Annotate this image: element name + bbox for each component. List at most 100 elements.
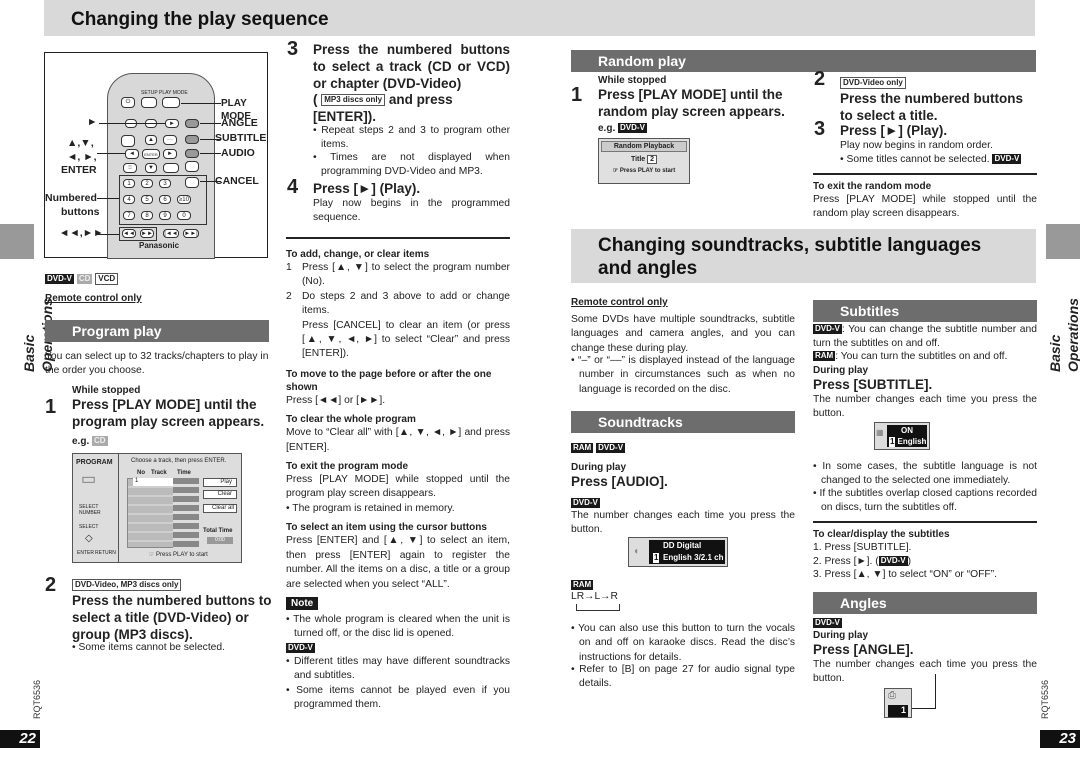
random-exit-heading: To exit the random mode (813, 181, 932, 192)
skip-forward-button: ►►| (183, 229, 199, 238)
subtitles-divider (813, 521, 1037, 523)
num-1: 1 (123, 179, 135, 188)
top-menu-button (121, 135, 135, 147)
random-step1-number: 1 (571, 84, 583, 106)
enter-button: ENTER (142, 149, 160, 159)
random-step3-bullet: • Some titles cannot be selected. DVD-V (840, 154, 1022, 165)
step3-number: 3 (287, 38, 299, 60)
random-screen: Random Playback Title 2 ☞ Press PLAY to … (598, 138, 690, 184)
audio-osd-num: 1 (653, 553, 660, 564)
subtitles-body: The number changes each time you press t… (813, 394, 1037, 420)
note-cursor-body: Press [ENTER] and [▲, ▼] to select an it… (286, 535, 510, 590)
step2-text: Press the numbered buttons to select a t… (72, 593, 272, 642)
time-column (173, 478, 199, 548)
program-instruction: Choose a track, then press ENTER. (131, 458, 227, 464)
program-play-heading: Program play (45, 320, 269, 343)
random-play-heading: Random play (571, 50, 1036, 73)
angles-body: The number changes each time you press t… (813, 659, 1037, 685)
program-clear-all-btn: Clear all (203, 504, 237, 513)
subtitles-ram-line: RAM: You can turn the subtitles on and o… (813, 351, 1008, 362)
left-side-tab (0, 224, 34, 259)
step3-tag: MP3 discs only (321, 94, 386, 107)
note-cursor-heading: To select an item using the cursor butto… (286, 522, 487, 534)
subtitles-bullet-1: • In some cases, the subtitle language i… (813, 461, 1038, 487)
subtitle-osd-line1: ON (901, 426, 913, 435)
display-button: ··· (163, 135, 177, 145)
random-step1-pre: While stopped (598, 75, 667, 86)
program-screen-title: PROGRAM (76, 459, 113, 466)
angles-action: Press [ANGLE]. (813, 642, 914, 657)
random-step2-text: Press the numbered buttons to select a t… (840, 91, 1024, 123)
soundtracks-ram-tag: RAM (571, 580, 594, 591)
label-numbered-1: Numbered (45, 192, 97, 204)
clear-display-item2-tag: DVD-V (878, 556, 908, 567)
soundtracks-bullet-1: • You can also use this button to turn t… (571, 623, 796, 663)
playmode-label-small: PLAY MODE (159, 90, 188, 96)
left-page-number: 22 (0, 730, 40, 748)
col-time: Time (177, 470, 191, 476)
step1-pre: While stopped (72, 385, 141, 396)
note-exit-bullet: • The program is retained in memory. (286, 502, 455, 514)
disc-icon: ▭ (81, 471, 97, 488)
note-move-page-heading: To move to the page before or after the … (286, 368, 492, 393)
soundtracks-action: Press [AUDIO]. (571, 474, 668, 489)
note-exit-heading: To exit the program mode (286, 461, 409, 473)
step2-number: 2 (45, 574, 57, 596)
soundtracks-ram-cycle: LR→L→R (571, 591, 618, 602)
soundtracks-body: The number changes each time you press t… (571, 510, 795, 536)
angle-osd-num: 1 (888, 705, 908, 717)
random-step3-text: Press [►] (Play). (840, 123, 948, 138)
first-row-no: 1 (133, 478, 173, 486)
note-add-item-2-extra: Press [CANCEL] to clear an item (or pres… (302, 319, 510, 360)
right-side-label: Basic Operations (1047, 298, 1080, 372)
num-0: 0 (177, 211, 191, 220)
left-disc-tags: DVD-V CD VCD (45, 273, 119, 287)
right-page-number: 23 (1040, 730, 1080, 748)
left-notes: To add, change, or clear items 1 Press [▲… (286, 248, 510, 713)
step3-text2-wrap: ( MP3 discs only and press [ENTER]). (313, 92, 453, 124)
speaker-icon: ◖ (633, 546, 640, 557)
label-subtitle: SUBTITLE (215, 132, 267, 144)
right-doc-code: RQT6536 (1040, 680, 1050, 720)
angles-pre: During play (813, 630, 869, 641)
subtitle-osd: ON English 1 ▦ (874, 422, 930, 450)
menu-button: ⁝⁝ (123, 163, 137, 173)
note-add-change-heading: To add, change, or clear items (286, 249, 430, 260)
right-intro-bullet: • “–” or “––” is displayed instead of th… (571, 355, 796, 395)
label-cancel: CANCEL (215, 175, 259, 187)
left-remote-only: Remote control only (45, 293, 142, 304)
remote-illustration: ⏻ SETUP PLAY MODE ► ▲ ··· ◄ ENTER ► ⁝⁝ ▼… (44, 52, 268, 259)
right-remote-only: Remote control only (571, 297, 668, 308)
note-clear-heading: To clear the whole program (286, 414, 416, 426)
clear-display-item-3: 3. Press [▲, ▼] to select “ON” or “OFF”. (813, 569, 998, 580)
audio-osd: DD Digital English 3/2.1 ch 1 ◖ (628, 537, 728, 567)
enter-label: ENTER (77, 550, 94, 556)
random-title-row: Title 2 (599, 155, 689, 165)
num-5: 5 (141, 195, 153, 204)
soundtracks-tags: RAM DVD-V (571, 442, 626, 456)
note-bullet: • The whole program is cleared when the … (286, 613, 510, 639)
left-divider (286, 237, 510, 239)
step1-eg: e.g. CD (72, 435, 108, 448)
label-numbered-2: buttons (61, 206, 100, 218)
audio-button (185, 149, 199, 158)
soundtracks-pre: During play (571, 462, 627, 473)
subtitle-icon: ▦ (876, 428, 884, 437)
program-clear-btn: Clear (203, 490, 237, 499)
random-step1-text: Press [PLAY MODE] until the random play … (598, 87, 785, 119)
left-title-bar: Changing the play sequence (44, 0, 1035, 36)
note-add-item-2: 2 Do steps 2 and 3 above to add or change… (286, 290, 510, 317)
label-angle: ANGLE (221, 117, 258, 129)
subtitles-action: Press [SUBTITLE]. (813, 377, 933, 392)
program-play-intro: You can select up to 32 tracks/chapters … (45, 351, 269, 377)
skip-back-button: |◄◄ (163, 229, 179, 238)
random-step3-body: Play now begins in random order. (840, 140, 993, 151)
step3-bullet-2: • Times are not displayed when programmi… (313, 152, 510, 178)
col-track: Track (151, 470, 167, 476)
note-label: Note (286, 596, 319, 610)
right-intro: Some DVDs have multiple soundtracks, sub… (571, 314, 795, 354)
step4-number: 4 (287, 176, 299, 198)
camera-icon: ⎙ (888, 690, 896, 701)
soundtracks-dvd-tag: DVD-V (571, 498, 600, 509)
tag-vcd: VCD (95, 273, 119, 286)
